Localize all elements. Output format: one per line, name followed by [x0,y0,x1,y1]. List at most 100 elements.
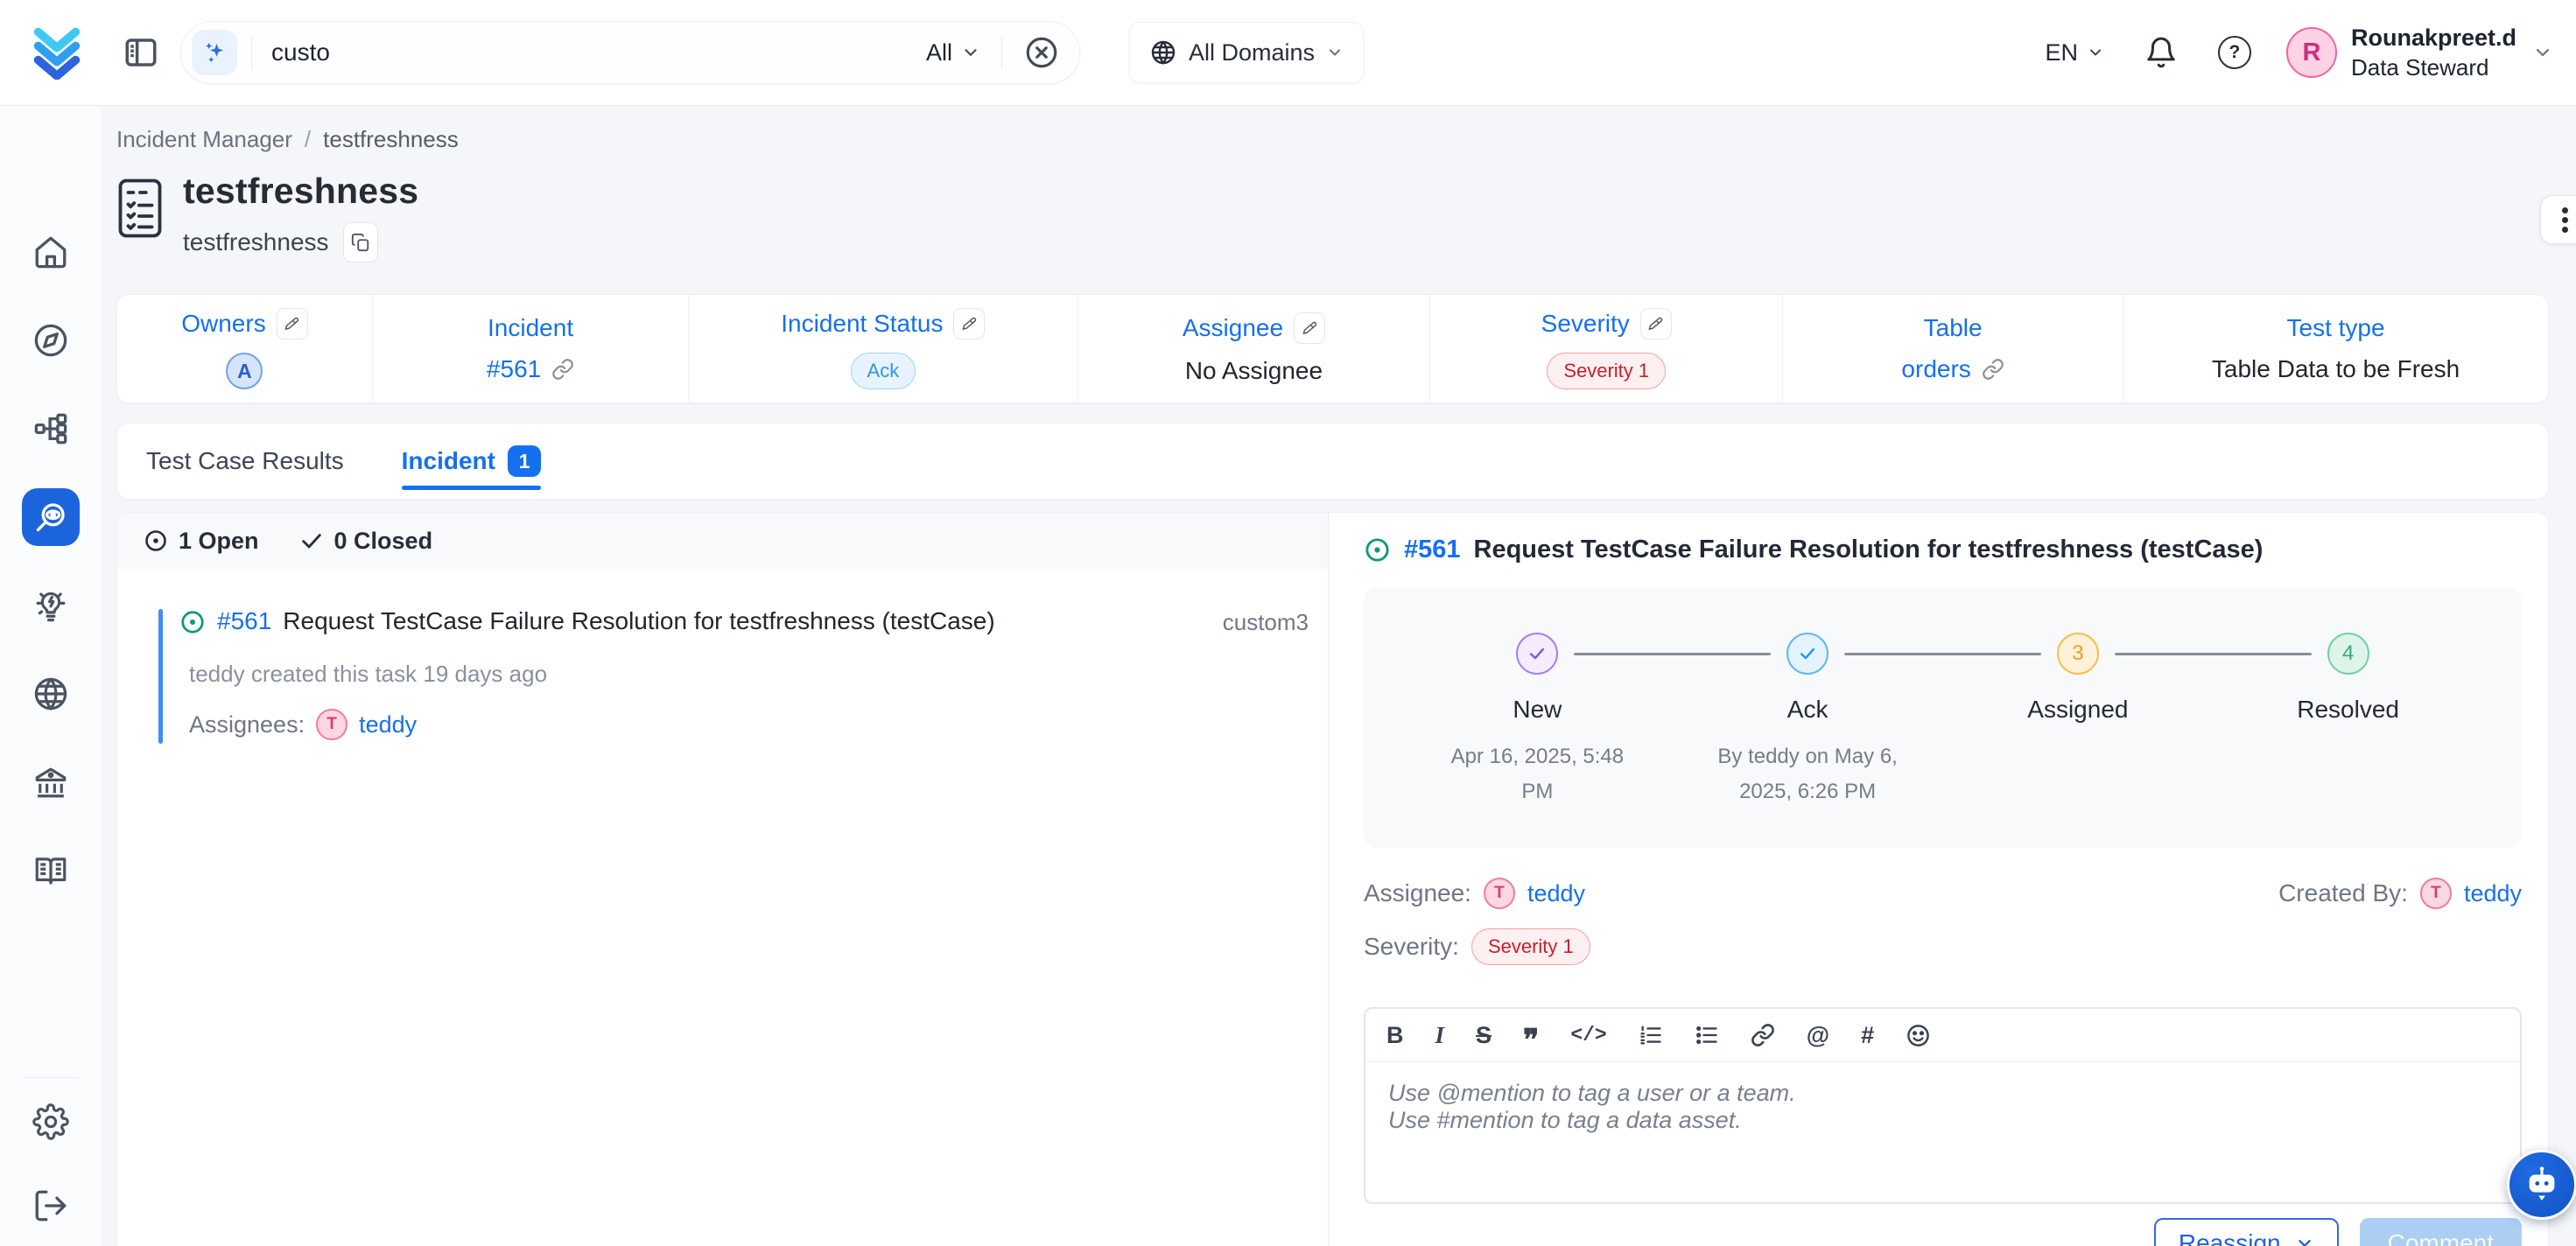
open-circle-dot-icon [144,528,168,553]
chevron-down-icon [1326,44,1344,61]
open-task-circle-dot-icon [179,609,206,635]
chevron-down-icon [961,43,980,62]
link-icon[interactable] [1982,358,2004,381]
detail-severity: Severity: Severity 1 [1364,928,2522,965]
sidebar-toggle-icon[interactable] [123,34,159,71]
summary-severity: Severity Severity 1 [1429,295,1782,402]
table-link[interactable]: orders [1901,355,1970,383]
global-search-bar[interactable]: custo All [180,21,1080,84]
bold-icon[interactable]: B [1386,1022,1404,1048]
sidebar-item-observability[interactable] [7,472,95,561]
chevron-down-icon [2295,1234,2314,1246]
more-actions-button[interactable] [2540,195,2576,244]
task-list-item[interactable]: #561 Request TestCase Failure Resolution… [158,607,1309,740]
copy-button[interactable] [343,222,378,262]
sidebar-item-logout[interactable] [7,1166,95,1246]
code-icon[interactable]: </> [1570,1022,1606,1048]
ai-sparkle-icon[interactable] [192,30,237,75]
summary-table: Table orders [1782,295,2123,402]
search-input[interactable]: custo [271,38,926,66]
sidebar-item-lineage[interactable] [7,384,95,472]
task-detail-panel: #561 Request TestCase Failure Resolution… [1329,513,2548,1246]
ordered-list-icon[interactable] [1639,1023,1663,1047]
task-id-link[interactable]: #561 [217,607,271,635]
help-icon[interactable]: ? [2218,36,2251,69]
incident-label: Incident [488,314,573,342]
edit-status-button[interactable] [953,308,985,340]
sidebar-item-glossary[interactable] [7,826,95,914]
notifications-bell-icon[interactable] [2144,36,2178,69]
domains-dropdown[interactable]: All Domains [1129,22,1364,83]
link-icon[interactable] [1751,1023,1775,1047]
insights-bulb-icon [32,587,69,624]
assignee-avatar[interactable]: T [316,709,347,740]
hashtag-icon[interactable]: # [1861,1022,1874,1048]
sidebar-item-explore[interactable] [7,296,95,384]
logout-icon [32,1187,69,1224]
step-label: New [1513,696,1562,724]
assignee-name-link[interactable]: teddy [1527,880,1585,907]
step-subtext: Apr 16, 2025, 5:48 PM [1441,739,1633,809]
step-number: 3 [2057,633,2099,675]
app-logo-icon[interactable] [30,25,84,80]
assignee-name-link[interactable]: teddy [359,711,417,738]
editor-placeholder-line1: Use @mention to tag a user or a team. [1388,1080,2497,1107]
incident-number-link[interactable]: #561 [487,355,541,383]
step-check-icon [1786,633,1828,675]
edit-severity-button[interactable] [1640,308,1672,340]
sidebar-item-home[interactable] [7,207,95,296]
user-name: Rounakpreet.d [2351,23,2516,52]
open-task-circle-dot-icon [1364,536,1391,564]
detail-assignee-label: Assignee: [1364,879,1471,907]
breadcrumb-incident-manager[interactable]: Incident Manager [116,126,292,153]
compass-icon [32,322,69,359]
globe-icon [1149,38,1177,66]
assignees-label: Assignees: [189,711,305,738]
search-divider [1001,36,1002,69]
link-icon[interactable] [551,358,574,381]
language-selector[interactable]: EN [2045,39,2104,66]
user-avatar[interactable]: R [2286,27,2337,78]
sidebar-item-insights[interactable] [7,561,95,649]
tab-test-case-results[interactable]: Test Case Results [146,424,344,499]
task-tag: custom3 [1223,609,1309,636]
detail-task-id-link[interactable]: #561 [1404,536,1461,564]
search-scope-dropdown[interactable]: All [926,39,980,66]
creator-avatar[interactable]: T [2420,878,2452,909]
sidebar-item-settings[interactable] [7,1078,95,1166]
blockquote-icon[interactable]: ❞ [1523,1032,1539,1049]
edit-assignee-button[interactable] [1294,312,1325,344]
comment-button[interactable]: Comment [2360,1218,2522,1246]
timeline-step-resolved: 4 Resolved [2213,633,2483,809]
chat-bot-button[interactable] [2507,1150,2576,1220]
step-label: Ack [1787,696,1828,724]
strikethrough-icon[interactable]: S [1476,1022,1492,1048]
tab-incident[interactable]: Incident 1 [402,424,541,499]
severity-badge: Severity 1 [1471,928,1590,965]
open-count[interactable]: 1 Open [144,528,259,555]
closed-count[interactable]: 0 Closed [299,528,433,555]
created-by-label: Created By: [2278,879,2408,907]
clear-search-icon[interactable] [1023,34,1060,71]
owner-avatar[interactable]: A [226,353,263,389]
detail-assignee: Assignee: T teddy [1364,878,1585,909]
step-check-icon [1516,633,1558,675]
timeline-step-ack: Ack By teddy on May 6, 2025, 6:26 PM [1673,633,1943,809]
mention-icon[interactable]: @ [1807,1022,1829,1048]
bullet-list-icon[interactable] [1695,1023,1719,1047]
user-menu-chevron-icon[interactable] [2532,42,2553,63]
sidebar-item-domains[interactable] [7,649,95,738]
creator-name-link[interactable]: teddy [2464,880,2522,907]
reassign-button[interactable]: Reassign [2154,1218,2339,1246]
pencil-icon [1648,317,1663,332]
emoji-icon[interactable] [1906,1023,1931,1048]
comment-editor: B I S ❞ </> @ # Use @mention to tag a us… [1364,1007,2522,1204]
sidebar-item-govern[interactable] [7,738,95,826]
task-meta: teddy created this task 19 days ago [189,661,1309,688]
italic-icon[interactable]: I [1435,1022,1445,1048]
edit-owners-button[interactable] [277,308,308,340]
comment-input[interactable]: Use @mention to tag a user or a team. Us… [1365,1062,2520,1202]
user-info[interactable]: Rounakpreet.d Data Steward [2351,23,2516,82]
detail-severity-label: Severity: [1364,933,1459,961]
assignee-avatar[interactable]: T [1484,878,1515,909]
